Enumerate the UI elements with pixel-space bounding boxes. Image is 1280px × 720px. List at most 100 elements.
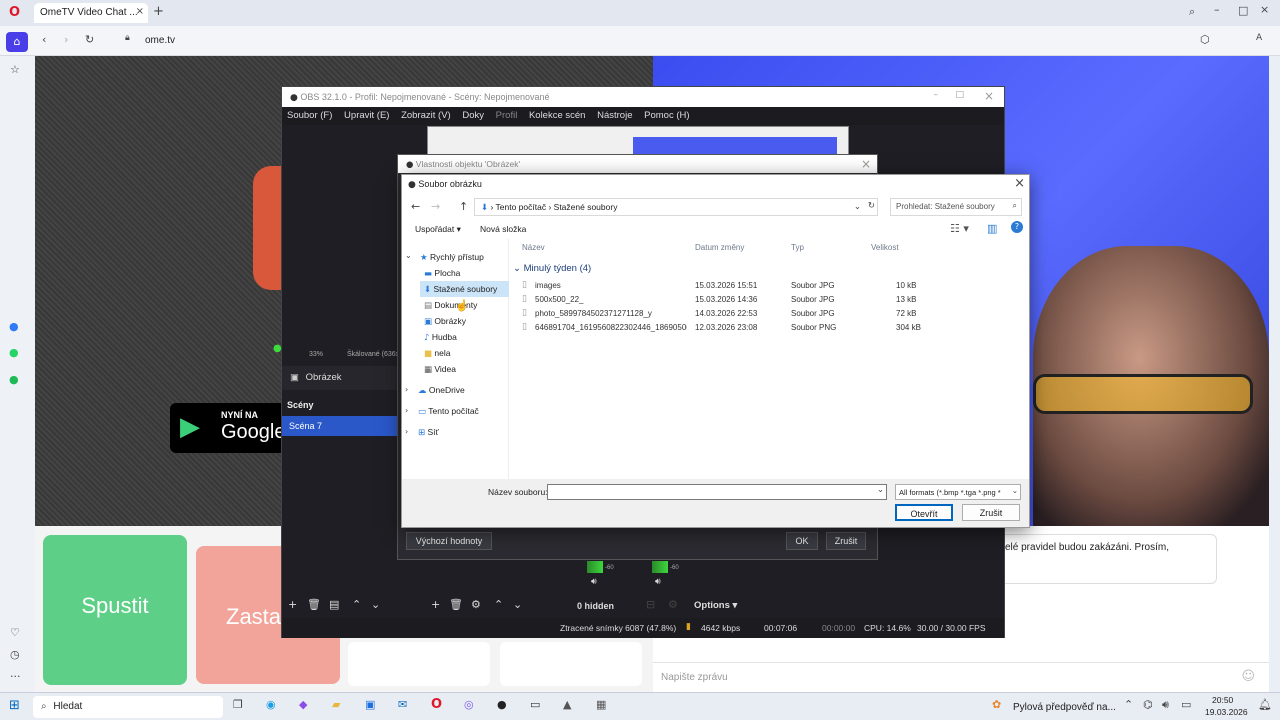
back-icon[interactable]: ‹ (42, 33, 46, 46)
breadcrumb-pc[interactable]: Tento počítač (496, 202, 547, 212)
option-card[interactable] (500, 642, 642, 686)
breadcrumb[interactable]: ⬇ › Tento počítač › Stažené soubory ⌄ ↻ (474, 198, 878, 216)
emoji-icon[interactable]: ☺ (1241, 669, 1255, 684)
extensions-icon[interactable]: ⬡ (1200, 33, 1210, 46)
menu-file[interactable]: Soubor (F) (287, 110, 332, 121)
defaults-button[interactable]: Výchozí hodnoty (406, 532, 492, 550)
group-header[interactable]: ⌄ Minulý týden (4) (513, 263, 591, 274)
task-view-icon[interactable]: ❐ (233, 698, 243, 711)
history-icon[interactable]: ◷ (10, 648, 20, 661)
close-window-icon[interactable]: × (1260, 3, 1269, 16)
file-row[interactable]: ▯ images 15.03.2026 15:51 Soubor JPG 10 … (520, 280, 920, 293)
tray-chevron-icon[interactable]: ⌃ (1124, 698, 1133, 711)
app-icon[interactable]: ▦ (596, 698, 606, 711)
remove-source-icon[interactable]: 🗑︎ (449, 598, 463, 611)
tree-pictures[interactable]: ▣ Obrázky (424, 316, 466, 327)
network-icon[interactable]: ⌬ (1143, 698, 1153, 711)
chat-input[interactable]: Napište zprávu ☺ (653, 662, 1269, 692)
close-icon[interactable]: × (1014, 176, 1025, 191)
menu-tools[interactable]: Nástroje (597, 110, 632, 121)
home-icon[interactable]: ⌂ (6, 32, 28, 52)
expand-icon[interactable]: › (405, 427, 408, 436)
forward-icon[interactable]: → (431, 200, 440, 213)
organize-button[interactable]: Uspořádat ▾ (415, 224, 461, 235)
source-settings-icon[interactable]: ⚙ (471, 598, 481, 611)
new-tab-icon[interactable]: + (153, 4, 164, 19)
edge-icon[interactable]: ◉ (266, 698, 276, 711)
add-source-icon[interactable]: + (431, 598, 440, 611)
move-down-icon[interactable]: ⌄ (371, 598, 380, 611)
browser-tab[interactable]: OmeTV Video Chat ... × (34, 3, 148, 23)
col-size[interactable]: Velikost (871, 243, 899, 252)
tree-onedrive[interactable]: ☁ OneDrive (418, 385, 465, 396)
menu-scene-collection[interactable]: Kolekce scén (529, 110, 586, 121)
close-icon[interactable]: × (861, 157, 871, 171)
volume-icon[interactable]: 🔊︎ (655, 577, 661, 587)
battery-icon[interactable]: ▭ (1181, 698, 1191, 711)
menu-help[interactable]: Pomoc (H) (644, 110, 689, 121)
col-date[interactable]: Datum změny (695, 243, 744, 252)
cancel-button[interactable]: Zrušit (962, 504, 1020, 521)
file-row[interactable]: ▯ photo_5899784502371271128_y 14.03.2026… (520, 308, 920, 321)
app-icon[interactable]: ▲ (563, 698, 571, 711)
tree-documents[interactable]: ▤ Dokumenty (424, 300, 477, 311)
start-button[interactable]: Spustit (43, 535, 187, 685)
taskbar-search[interactable]: ⌕ Hledat (33, 696, 223, 718)
dropdown-icon[interactable]: ⌄ (877, 485, 884, 495)
preview-pane-icon[interactable]: ▥ (987, 222, 997, 235)
source-down-icon[interactable]: ⌄ (513, 598, 522, 611)
weather-text[interactable]: Pylová předpověď na... (1013, 702, 1116, 713)
terminal-icon[interactable]: ▭ (530, 698, 540, 711)
url-text[interactable]: ome.tv (145, 35, 175, 46)
tree-nela[interactable]: ■ nela (424, 348, 450, 359)
minimize-icon[interactable]: – (934, 90, 939, 100)
dropdown-icon[interactable]: ⌄ (1011, 486, 1018, 495)
menu-docks[interactable]: Doky (462, 110, 484, 121)
tree-music[interactable]: ♪ Hudba (424, 332, 457, 343)
tree-network[interactable]: ⊞ Síť (418, 427, 439, 438)
tree-desktop[interactable]: ▬ Plocha (424, 268, 460, 279)
search-icon[interactable]: ⌕ (1189, 5, 1195, 19)
tree-videos[interactable]: ▦ Videa (424, 364, 456, 375)
dropdown-icon[interactable]: ⌄ (854, 202, 861, 212)
search-box[interactable]: Prohledat: Stažené soubory ⌕ (890, 198, 1022, 216)
tree-this-pc[interactable]: ▭ Tento počítač (418, 406, 479, 417)
mixer-settings-icon[interactable]: ⚙ (668, 598, 678, 611)
volume-icon[interactable]: 🔊︎ (1162, 698, 1169, 712)
props-cancel-button[interactable]: Zrušit (826, 532, 866, 550)
open-button[interactable]: Otevřít (895, 504, 953, 521)
menu-profile[interactable]: Profil (496, 110, 518, 121)
back-icon[interactable]: ← (411, 200, 420, 213)
copilot-icon[interactable]: ◆ (299, 698, 307, 711)
spotify-icon[interactable]: ● (9, 373, 19, 386)
maximize-icon[interactable]: □ (1238, 4, 1248, 17)
opera-icon[interactable]: O (431, 697, 442, 712)
clock-date[interactable]: 19.03.2026 (1205, 707, 1248, 717)
remove-scene-icon[interactable]: 🗑︎ (307, 598, 321, 611)
windows-start-icon[interactable]: ⊞ (9, 698, 20, 713)
source-up-icon[interactable]: ⌃ (494, 598, 503, 611)
scene-item[interactable]: Scéna 7 (282, 416, 398, 436)
filter-icon[interactable]: ▤ (329, 598, 339, 611)
add-scene-icon[interactable]: + (288, 598, 297, 611)
explorer-icon[interactable]: ▰ (332, 698, 340, 711)
heart-icon[interactable]: ♡ (10, 626, 20, 639)
close-icon[interactable]: × (136, 6, 144, 17)
whatsapp-icon[interactable]: ● (9, 346, 19, 359)
menu-edit[interactable]: Upravit (E) (344, 110, 389, 121)
opera-logo-icon[interactable]: O (9, 5, 20, 20)
maximize-icon[interactable]: □ (955, 90, 964, 100)
google-play-badge[interactable]: ▶ NYNÍ NA Google (170, 403, 290, 453)
obs-taskbar-icon[interactable]: ● (497, 698, 507, 711)
refresh-icon[interactable]: ↻ (868, 201, 875, 211)
expand-icon[interactable]: › (405, 406, 408, 415)
col-name[interactable]: Název (522, 243, 545, 252)
forward-icon[interactable]: › (64, 33, 68, 46)
options-button[interactable]: Options ▾ (694, 600, 737, 611)
up-icon[interactable]: ↑ (459, 200, 468, 213)
filename-input[interactable]: ⌄ (547, 484, 887, 500)
expand-icon[interactable]: › (405, 385, 408, 394)
help-icon[interactable]: ? (1011, 221, 1023, 233)
close-icon[interactable]: × (984, 89, 994, 103)
layout-icon[interactable]: ⊟ (646, 598, 655, 611)
